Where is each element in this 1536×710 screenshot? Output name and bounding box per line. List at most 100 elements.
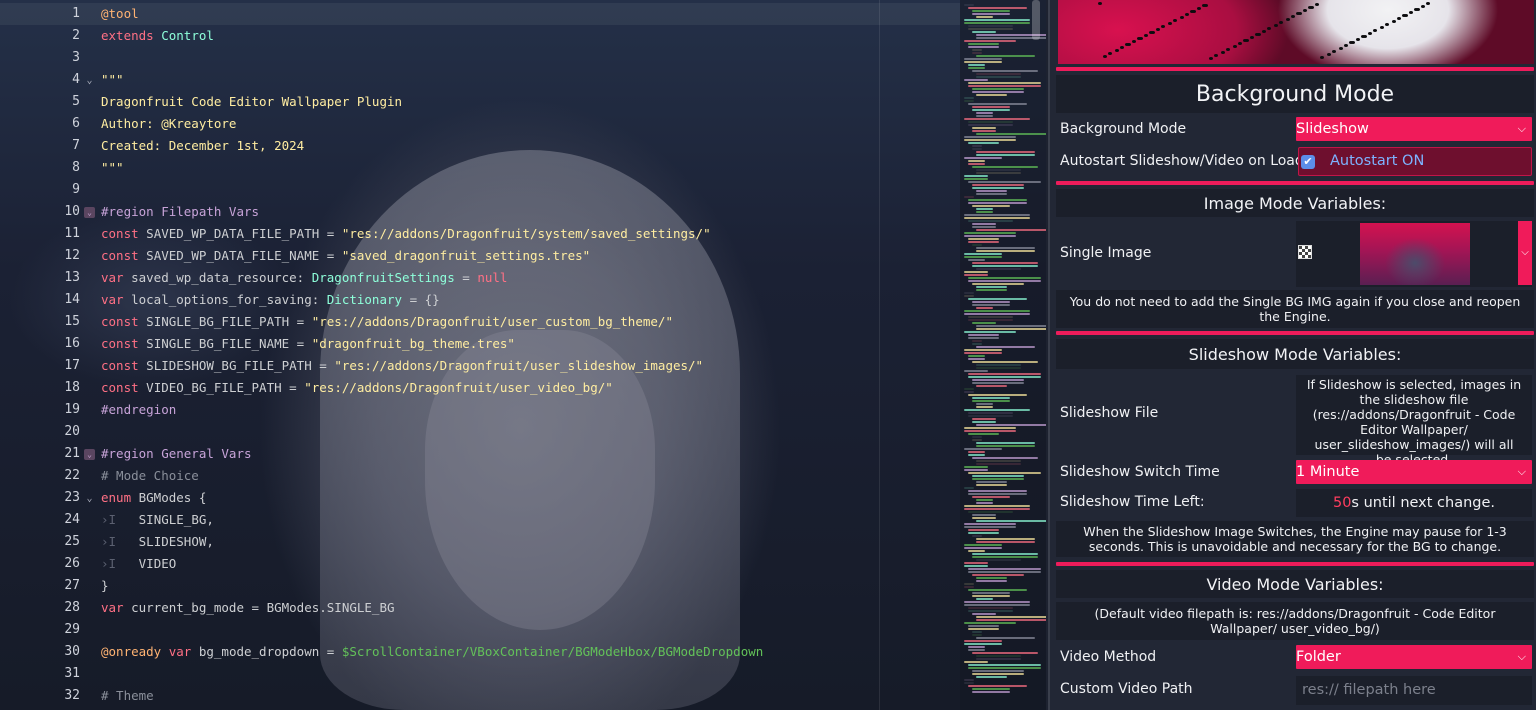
code-text: enum BGModes { <box>101 487 206 509</box>
minimap-line <box>964 214 1030 216</box>
code-line[interactable]: 21 ⌄ #region General Vars <box>0 443 960 465</box>
minimap-line <box>972 421 996 423</box>
check-icon: ✔ <box>1301 155 1315 169</box>
minimap-line <box>972 340 982 342</box>
minimap-line <box>968 220 1013 222</box>
code-line[interactable]: 23 ⌄ enum BGModes { <box>0 487 960 509</box>
code-line[interactable]: 14 var local_options_for_saving: Dictiona… <box>0 289 960 311</box>
code-line[interactable]: 18 const VIDEO_BG_FILE_PATH = "res://addo… <box>0 377 960 399</box>
minimap-line <box>968 472 1041 474</box>
banner-seed <box>1402 14 1406 17</box>
minimap-line <box>968 202 1027 204</box>
banner-seed <box>1149 31 1153 34</box>
code-line[interactable]: 4 ⌄ """ <box>0 69 960 91</box>
minimap-line <box>968 373 1041 375</box>
code-line[interactable]: 16 const SINGLE_BG_FILE_NAME = "dragonfru… <box>0 333 960 355</box>
minimap-line <box>972 130 996 132</box>
code-token: #region Filepath Vars <box>101 204 260 219</box>
code-line[interactable]: 13 var saved_wp_data_resource: Dragonfrui… <box>0 267 960 289</box>
code-line[interactable]: 9 <box>0 179 960 201</box>
minimap-line <box>972 574 1024 576</box>
minimap-line <box>972 673 1024 675</box>
single-image-picker[interactable]: ⌵ <box>1296 221 1532 287</box>
chevron-down-icon[interactable]: ⌵ <box>1518 221 1532 285</box>
chevron-down-icon[interactable]: ⌄ <box>84 75 95 86</box>
line-number: 29 <box>64 622 80 637</box>
code-line[interactable]: 6 Author: @Kreaytore <box>0 113 960 135</box>
region-fold-icon[interactable]: ⌄ <box>84 449 95 460</box>
code-line[interactable]: 17 const SLIDESHOW_BG_FILE_PATH = "res://… <box>0 355 960 377</box>
checker-icon[interactable] <box>1298 245 1312 259</box>
minimap-line <box>968 82 1041 84</box>
chevron-down-icon[interactable]: ⌄ <box>84 493 95 504</box>
code-token: ›I <box>101 512 117 527</box>
code-text: #region General Vars <box>101 443 252 465</box>
line-number: 14 <box>64 292 80 307</box>
code-line[interactable]: 31 <box>0 663 960 685</box>
banner-seed <box>1098 2 1102 5</box>
minimap-viewport-grabber[interactable] <box>1032 0 1040 40</box>
minimap-line <box>964 253 1002 255</box>
banner-seed <box>1103 55 1107 58</box>
code-token: # Mode Choice <box>101 468 199 483</box>
minimap-line <box>964 487 974 489</box>
minimap-line <box>976 559 1021 561</box>
minimap-line <box>972 613 996 615</box>
minimap-line <box>976 172 1021 174</box>
minimap-line <box>968 103 1027 105</box>
autostart-checkbox[interactable]: ✔ Autostart ON <box>1298 147 1532 176</box>
minimap-line <box>964 100 974 102</box>
code-line[interactable]: 30 @onready var bg_mode_dropdown = $Scrol… <box>0 641 960 663</box>
code-line[interactable]: 25 ›I SLIDESHOW, <box>0 531 960 553</box>
code-line[interactable]: 32 # Theme <box>0 685 960 707</box>
code-line[interactable]: 1 @tool <box>0 3 960 25</box>
background-mode-dropdown[interactable]: Slideshow ⌵ <box>1296 117 1532 141</box>
code-line[interactable]: 29 <box>0 619 960 641</box>
minimap-line <box>976 169 1021 171</box>
code-line[interactable]: 24 ›I SINGLE_BG, <box>0 509 960 531</box>
minimap-line <box>976 424 1046 426</box>
minimap-line <box>976 499 993 501</box>
code-line[interactable]: 3 <box>0 47 960 69</box>
line-number: 6 <box>72 116 80 131</box>
code-token: "res://addons/Dragonfruit/user_custom_bg… <box>311 314 673 329</box>
minimap-line <box>968 316 1013 318</box>
code-line[interactable]: 19 #endregion <box>0 399 960 421</box>
code-text: var local_options_for_saving: Dictionary… <box>101 289 440 311</box>
code-line[interactable]: 15 const SINGLE_BG_FILE_PATH = "res://add… <box>0 311 960 333</box>
minimap-line <box>964 643 1002 645</box>
code-line[interactable]: 5 Dragonfruit Code Editor Wallpaper Plugi… <box>0 91 960 113</box>
minimap-line <box>968 415 1013 417</box>
minimap-line <box>964 313 1030 315</box>
custom-video-path-input[interactable] <box>1296 676 1532 705</box>
code-token: VIDEO_BG_FILE_PATH = <box>138 380 305 395</box>
minimap-line <box>972 283 1024 285</box>
slideshow-switch-time-dropdown[interactable]: 1 Minute ⌵ <box>1296 460 1532 484</box>
code-line[interactable]: 8 """ <box>0 157 960 179</box>
code-line[interactable]: 10 ⌄ #region Filepath Vars <box>0 201 960 223</box>
code-line[interactable]: 12 const SAVED_WP_DATA_FILE_NAME = "saved… <box>0 245 960 267</box>
code-line[interactable]: 28 var current_bg_mode = BGModes.SINGLE_B… <box>0 597 960 619</box>
minimap-line <box>972 88 1024 90</box>
code-token: Dictionary <box>326 292 403 307</box>
minimap-line <box>976 268 1021 270</box>
minimap-line <box>972 148 982 150</box>
code-line[interactable]: 7 Created: December 1st, 2024 <box>0 135 960 157</box>
code-line[interactable]: 22 # Mode Choice <box>0 465 960 487</box>
code-line[interactable]: 27} <box>0 575 960 597</box>
line-number: 11 <box>64 226 80 241</box>
code-minimap[interactable] <box>960 0 1046 710</box>
code-line[interactable]: 11 const SAVED_WP_DATA_FILE_PATH = "res:/… <box>0 223 960 245</box>
code-line[interactable]: 20 <box>0 421 960 443</box>
minimap-line <box>968 454 985 456</box>
code-line[interactable]: 26 ›I VIDEO <box>0 553 960 575</box>
code-editor[interactable]: 1 @tool 2 extends Control 3 4 ⌄ """ 5 Dragonfruit… <box>0 0 1046 710</box>
minimap-line <box>972 475 1024 477</box>
code-line[interactable]: 2 extends Control <box>0 25 960 47</box>
section-separator <box>1056 331 1534 335</box>
region-fold-icon[interactable]: ⌄ <box>84 207 95 218</box>
slideshow-time-left-suffix: s until next change. <box>1351 495 1496 511</box>
video-method-dropdown[interactable]: Folder ⌵ <box>1296 645 1532 669</box>
banner-seed <box>1361 35 1365 38</box>
code-text: #endregion <box>101 399 176 421</box>
